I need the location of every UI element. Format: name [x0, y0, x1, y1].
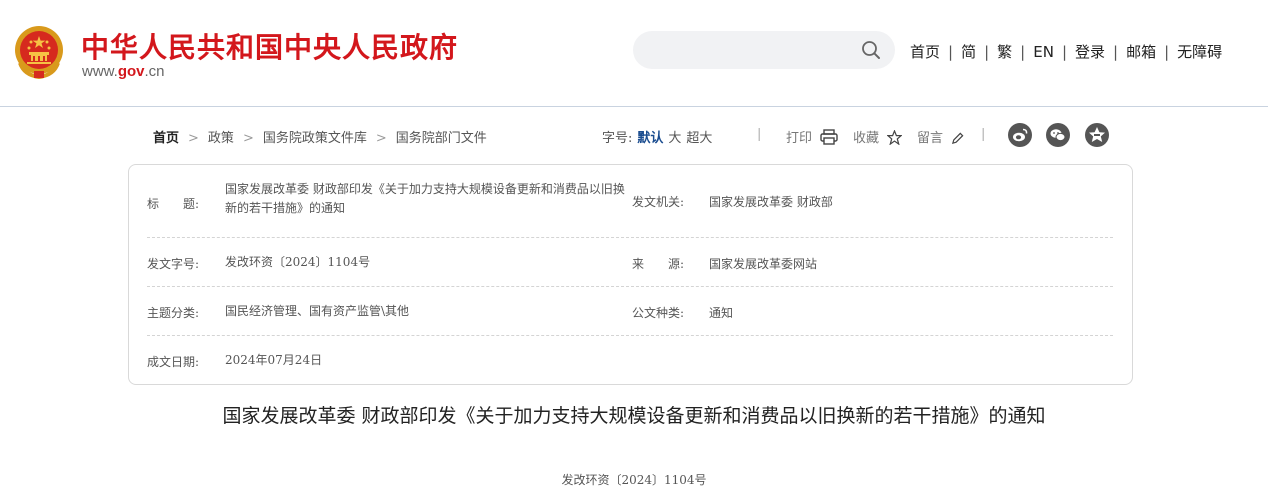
nav-separator: | [1164, 43, 1170, 61]
date-value: 2024年07月24日 [225, 353, 323, 367]
title-value: 国家发展改革委 财政部印发《关于加力支持大规模设备更新和消费品以旧换新的若干措施… [225, 182, 625, 215]
site-url-prefix: www. [82, 63, 118, 80]
font-size-large[interactable]: 大 [668, 131, 681, 146]
nav-login[interactable]: 登录 [1075, 43, 1105, 61]
category-label: 主题分类: [147, 306, 200, 320]
nav-separator: | [1061, 43, 1067, 61]
breadcrumb-separator: > [242, 131, 254, 146]
document-info-panel: 标 题: 国家发展改革委 财政部印发《关于加力支持大规模设备更新和消费品以旧换新… [128, 164, 1133, 385]
nav-english[interactable]: EN [1033, 43, 1054, 61]
weibo-icon[interactable] [1008, 123, 1032, 147]
search-icon[interactable] [861, 40, 881, 60]
site-name[interactable]: 中华人民共和国中央人民政府 [81, 26, 458, 66]
breadcrumb-policy-library[interactable]: 国务院政策文件库 [263, 131, 367, 146]
nav-separator: | [1113, 43, 1119, 61]
nav-separator: | [984, 43, 990, 61]
category-value: 国民经济管理、国有资产监管\其他 [225, 304, 410, 318]
search-input[interactable] [633, 31, 895, 69]
title-label: 标 题: [147, 197, 200, 211]
article-doc-number: 发改环资〔2024〕1104号 [561, 473, 707, 487]
toolbar-divider: | [757, 127, 762, 142]
info-row: 主题分类: 国民经济管理、国有资产监管\其他 公文种类: 通知 [147, 287, 1113, 336]
site-url[interactable]: www.gov.cn [82, 63, 165, 80]
pencil-icon [952, 132, 964, 145]
source-label: 来 源: [632, 257, 685, 271]
issuer-label: 发文机关: [632, 195, 685, 209]
doc-no-value: 发改环资〔2024〕1104号 [225, 255, 371, 269]
nav-accessibility[interactable]: 无障碍 [1177, 43, 1222, 61]
doc-no-label: 发文字号: [147, 257, 200, 271]
doc-type-value: 通知 [709, 306, 734, 320]
nav-mailbox[interactable]: 邮箱 [1126, 43, 1156, 61]
print-button[interactable]: 打印 [786, 127, 838, 146]
nav-simplified[interactable]: 简 [961, 43, 976, 61]
issuer-value: 国家发展改革委 财政部 [709, 195, 833, 209]
info-row: 发文字号: 发改环资〔2024〕1104号 来 源: 国家发展改革委网站 [147, 238, 1113, 287]
national-emblem-icon[interactable] [14, 25, 64, 79]
breadcrumb-separator: > [188, 131, 199, 146]
favorite-button[interactable]: 收藏 [853, 127, 903, 146]
comment-button[interactable]: 留言 [917, 127, 964, 146]
comment-label: 留言 [917, 131, 944, 146]
printer-icon [820, 129, 838, 145]
breadcrumb-separator: > [375, 131, 387, 146]
print-label: 打印 [786, 131, 813, 146]
star-icon [886, 129, 903, 146]
nav-traditional[interactable]: 繁 [997, 43, 1012, 61]
wechat-icon[interactable] [1046, 123, 1070, 147]
article-toolbar: 首页 > 政策 > 国务院政策文件库 > 国务院部门文件 字号: 默认大超大 | 打印 收藏 … [0, 123, 1268, 147]
info-row: 标 题: 国家发展改革委 财政部印发《关于加力支持大规模设备更新和消费品以旧换新… [147, 165, 1113, 238]
nav-separator: | [1020, 43, 1026, 61]
font-size-label: 字号: [602, 131, 633, 146]
font-size-xlarge[interactable]: 超大 [686, 131, 712, 146]
qzone-icon[interactable] [1085, 123, 1109, 147]
font-size-switcher: 字号: 默认大超大 [602, 127, 712, 146]
breadcrumb-department-docs[interactable]: 国务院部门文件 [396, 131, 487, 146]
breadcrumb-home[interactable]: 首页 [153, 131, 179, 146]
top-nav: 首页 | 简 | 繁 | EN | 登录 | 邮箱 | 无障碍 [910, 41, 1222, 62]
site-url-brand: gov [117, 63, 145, 80]
info-row: 成文日期: 2024年07月24日 [147, 336, 1113, 382]
nav-separator: | [948, 43, 954, 61]
nav-home[interactable]: 首页 [910, 43, 940, 61]
breadcrumb-policy[interactable]: 政策 [208, 131, 234, 146]
toolbar-divider: | [981, 127, 986, 142]
article-title: 国家发展改革委 财政部印发《关于加力支持大规模设备更新和消费品以旧换新的若干措施… [222, 405, 1046, 427]
font-size-default[interactable]: 默认 [637, 131, 663, 146]
site-header: 中华人民共和国中央人民政府 www.gov.cn 首页 | 简 | 繁 | EN | 登录 | 邮箱… [0, 0, 1268, 107]
doc-type-label: 公文种类: [632, 306, 685, 320]
source-value: 国家发展改革委网站 [709, 257, 818, 271]
favorite-label: 收藏 [853, 131, 880, 146]
date-label: 成文日期: [147, 355, 200, 369]
breadcrumb: 首页 > 政策 > 国务院政策文件库 > 国务院部门文件 [153, 127, 487, 146]
site-url-suffix: .cn [144, 63, 165, 80]
